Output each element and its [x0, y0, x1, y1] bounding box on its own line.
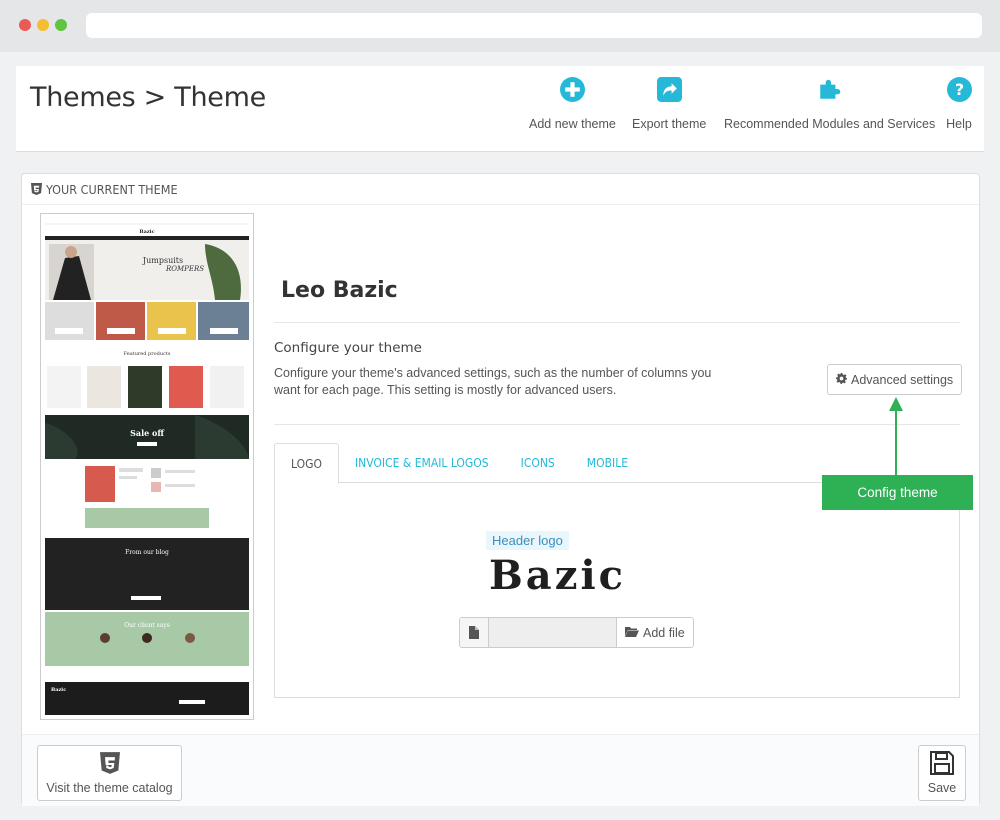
config-theme-callout: Config theme	[822, 475, 973, 510]
preview-hero-line1: Jumpsuits	[142, 256, 183, 265]
current-theme-panel: YOUR CURRENT THEME Bazic Jumpsuits ROMPE…	[21, 173, 980, 806]
logo-file-upload: Add file	[459, 617, 694, 648]
header-logo-image: Bazic	[489, 552, 626, 599]
share-icon	[656, 76, 682, 102]
configure-title: Configure your theme	[274, 340, 422, 356]
page-title: Themes > Theme	[30, 82, 266, 113]
add-file-button[interactable]: Add file	[616, 618, 693, 647]
theme-preview-thumbnail: Bazic Jumpsuits ROMPERS Featured product…	[40, 213, 254, 720]
export-theme-label: Export theme	[632, 117, 707, 131]
tab-icons[interactable]: ICONS	[505, 443, 571, 483]
page-header: Themes > Theme Add new theme Export them…	[16, 66, 984, 152]
visit-theme-catalog-button[interactable]: Visit the theme catalog	[37, 745, 182, 801]
header-logo-label: Header logo	[486, 531, 569, 550]
recommended-modules-label: Recommended Modules and Services	[724, 117, 936, 131]
html5-icon	[31, 183, 42, 195]
preview-footer-brand: Bazic	[51, 687, 66, 693]
browser-chrome	[0, 0, 1000, 52]
plus-circle-icon	[559, 76, 585, 102]
preview-featured: Featured products	[124, 351, 171, 357]
visit-theme-catalog-label: Visit the theme catalog	[46, 781, 173, 795]
save-label: Save	[927, 781, 957, 795]
advanced-settings-label: Advanced settings	[851, 372, 954, 387]
add-file-label: Add file	[643, 625, 685, 640]
file-name-input[interactable]	[489, 618, 616, 647]
svg-text:?: ?	[954, 81, 963, 99]
help-label: Help	[946, 117, 972, 131]
preview-blog: From our blog	[125, 549, 169, 556]
address-bar[interactable]	[86, 13, 982, 38]
save-button[interactable]: Save	[918, 745, 966, 801]
preview-sale: Sale off	[130, 428, 164, 438]
help-button[interactable]: ? Help	[946, 76, 972, 131]
panel-footer: Visit the theme catalog Save	[22, 734, 979, 806]
floppy-disk-icon	[930, 751, 954, 778]
recommended-modules-button[interactable]: Recommended Modules and Services	[724, 76, 935, 131]
logo-tab-content: Header logo Bazic Add file	[274, 483, 960, 698]
puzzle-icon	[817, 76, 843, 102]
panel-heading: YOUR CURRENT THEME	[22, 174, 979, 205]
gear-icon	[836, 372, 847, 387]
folder-open-icon	[625, 626, 639, 640]
export-theme-button[interactable]: Export theme	[632, 76, 706, 131]
advanced-settings-button[interactable]: Advanced settings	[827, 364, 963, 395]
question-circle-icon: ?	[946, 76, 972, 102]
add-new-theme-label: Add new theme	[529, 117, 616, 131]
file-icon	[460, 618, 489, 647]
theme-name: Leo Bazic	[281, 278, 398, 303]
preview-hero-line2: ROMPERS	[165, 265, 204, 273]
tab-mobile[interactable]: MOBILE	[571, 443, 644, 483]
divider	[274, 322, 960, 323]
preview-testimonials: Our client says	[124, 622, 170, 629]
maximize-window-dot[interactable]	[55, 19, 67, 31]
configure-description: Configure your theme's advanced settings…	[274, 366, 712, 397]
panel-heading-text: YOUR CURRENT THEME	[46, 181, 178, 197]
minimize-window-dot[interactable]	[37, 19, 49, 31]
divider	[274, 424, 960, 425]
tab-logo[interactable]: LOGO	[274, 443, 339, 484]
theme-preview-image: Bazic Jumpsuits ROMPERS Featured product…	[45, 218, 249, 715]
preview-brand: Bazic	[139, 229, 154, 235]
add-new-theme-button[interactable]: Add new theme	[529, 76, 616, 131]
close-window-dot[interactable]	[19, 19, 31, 31]
html5-icon	[99, 751, 120, 778]
tab-invoice-email-logos[interactable]: INVOICE & EMAIL LOGOS	[339, 443, 505, 483]
